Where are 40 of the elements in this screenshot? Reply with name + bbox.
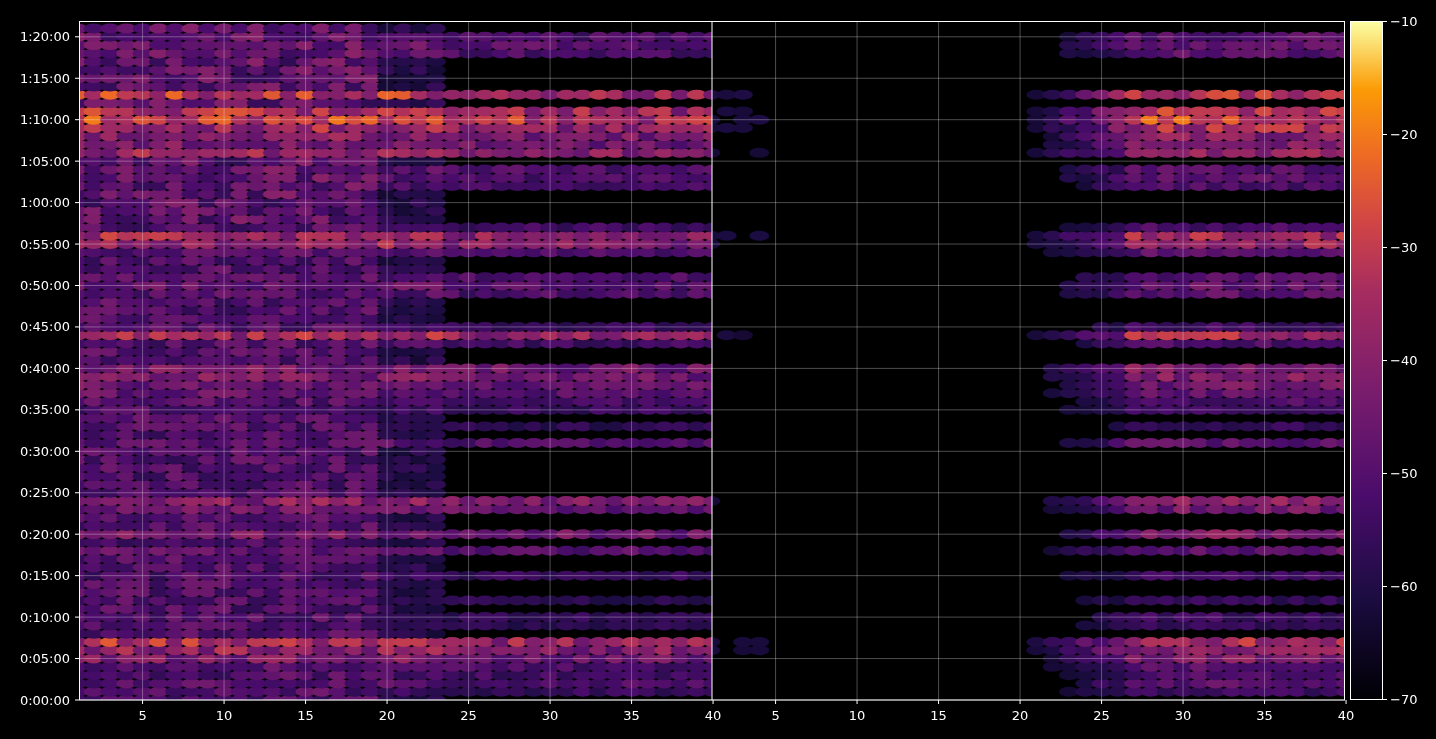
y-tick-label: 1:00:00 xyxy=(19,195,70,211)
x-tick-label: 40 xyxy=(1337,708,1355,723)
y-tick-label: 1:10:00 xyxy=(19,112,70,128)
y-tick-label: 1:05:00 xyxy=(19,153,70,169)
x-tick-label: 20 xyxy=(1011,708,1029,723)
x-tick-label: 35 xyxy=(1256,708,1273,723)
colorbar-tick-label: −20 xyxy=(1390,127,1418,142)
x-tick-label: 15 xyxy=(297,708,314,723)
x-tick-label: 30 xyxy=(1174,708,1192,723)
x-tick-label: 5 xyxy=(771,708,780,723)
y-tick-label: 0:25:00 xyxy=(19,485,70,501)
y-tick-label: 0:05:00 xyxy=(19,651,70,667)
x-tick-label: 25 xyxy=(460,708,477,723)
y-tick-label: 0:45:00 xyxy=(19,319,70,335)
x-tick-label: 40 xyxy=(704,708,722,723)
y-tick-label: 0:55:00 xyxy=(19,236,70,252)
colorbar-tick-label: −40 xyxy=(1390,353,1418,368)
x-tick-label: 30 xyxy=(541,708,559,723)
y-tick-label: 0:10:00 xyxy=(19,609,70,625)
colorbar-tick-label: −60 xyxy=(1390,579,1418,594)
y-tick-label: 1:15:00 xyxy=(19,70,70,86)
x-tick-label: 10 xyxy=(215,708,233,723)
y-tick-label: 0:00:00 xyxy=(19,692,70,708)
y-tick-label: 0:50:00 xyxy=(19,278,70,293)
colorbar-tick-label: −50 xyxy=(1390,466,1418,481)
y-tick-label: 0:30:00 xyxy=(19,443,70,459)
y-tick-label: 0:40:00 xyxy=(19,360,70,376)
colorbar-tick-label: −70 xyxy=(1390,692,1418,707)
x-tick-label: 20 xyxy=(378,708,396,723)
x-tick-label: 5 xyxy=(138,708,147,723)
x-tick-label: 15 xyxy=(930,708,947,723)
x-tick-label: 35 xyxy=(623,708,640,723)
y-tick-label: 0:35:00 xyxy=(19,402,70,418)
colorbar-tick-label: −10 xyxy=(1390,14,1418,29)
y-tick-label: 1:20:00 xyxy=(19,29,70,45)
x-tick-label: 10 xyxy=(848,708,866,723)
colorbar-tick-label: −30 xyxy=(1390,240,1418,255)
y-tick-label: 0:20:00 xyxy=(19,526,70,542)
y-tick-label: 0:15:00 xyxy=(19,568,70,584)
x-tick-label: 25 xyxy=(1093,708,1110,723)
